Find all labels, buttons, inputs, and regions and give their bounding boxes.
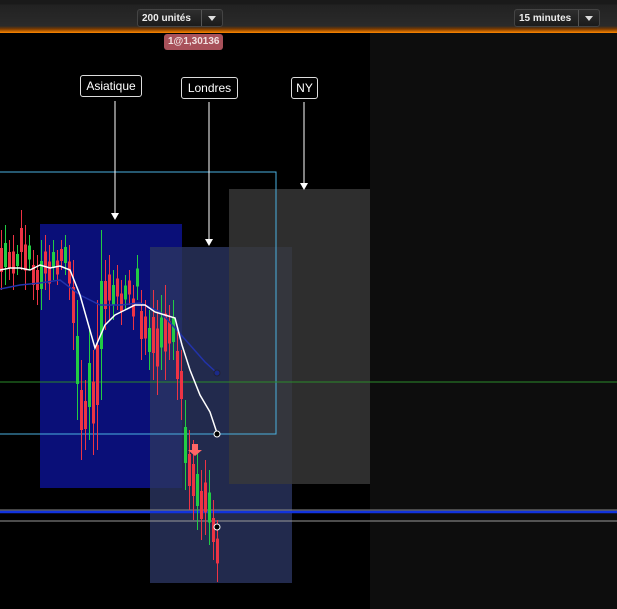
chevron-down-icon[interactable] — [201, 10, 222, 26]
asian-session-label[interactable]: Asiatique — [80, 75, 142, 97]
ny-pointer-head — [300, 183, 308, 190]
candle-body — [124, 285, 127, 300]
london-pointer-head — [205, 239, 213, 246]
candle-body — [28, 245, 31, 260]
candle-body — [136, 268, 139, 287]
quantity-select-value: 200 unités — [142, 13, 191, 24]
candle-body — [196, 474, 199, 506]
candle-body — [172, 318, 175, 342]
ma-slow-handle[interactable] — [213, 369, 221, 377]
candle-body — [152, 317, 155, 353]
candle-body — [64, 247, 67, 263]
candle-body — [4, 243, 7, 267]
candle-body — [180, 371, 183, 399]
candle-body — [96, 345, 99, 405]
candle-body — [60, 249, 63, 261]
candle-body — [212, 518, 215, 542]
candle-body — [200, 491, 203, 519]
candle-body — [0, 248, 3, 272]
candle-body — [76, 336, 79, 384]
candle-body — [48, 261, 51, 284]
candle-body — [184, 427, 187, 463]
candle-body — [72, 287, 75, 323]
candle-body — [216, 538, 219, 564]
candle-body — [100, 281, 103, 349]
candle-body — [148, 328, 151, 352]
candle-body — [168, 321, 171, 344]
candle-body — [52, 252, 55, 268]
timeframe-select-value: 15 minutes — [519, 13, 572, 24]
candle-body — [160, 317, 163, 348]
ny-session-label[interactable]: NY — [291, 77, 318, 99]
candle-body — [84, 401, 87, 429]
london-session-label[interactable]: Londres — [181, 77, 238, 99]
candle-body — [80, 390, 83, 430]
chevron-down-icon[interactable] — [578, 10, 599, 26]
candle-body — [36, 270, 39, 290]
candle-body — [208, 492, 211, 523]
candle-body — [92, 381, 95, 424]
ma-fast-handle[interactable] — [213, 430, 221, 438]
candle-body — [8, 252, 11, 268]
candle-body — [144, 316, 147, 339]
candle-body — [156, 328, 159, 367]
asian-pointer-head — [111, 213, 119, 220]
candle-body — [188, 454, 191, 486]
order-handle[interactable] — [213, 523, 221, 531]
candle-body — [56, 260, 59, 275]
candle-body — [44, 251, 47, 274]
chart-toolbar: 200 unités 15 minutes — [0, 0, 617, 33]
candle-body — [204, 482, 207, 513]
candle-body — [120, 293, 123, 312]
candle-body — [192, 464, 195, 496]
quantity-select[interactable]: 200 unités — [137, 9, 223, 27]
future-area — [370, 33, 617, 609]
candle-body — [112, 285, 115, 305]
candle-body — [116, 278, 119, 297]
timeframe-select[interactable]: 15 minutes — [514, 9, 600, 27]
candle-body — [16, 254, 19, 266]
candle-body — [176, 351, 179, 379]
candle-body — [140, 311, 143, 339]
candle-body — [128, 280, 131, 295]
ny-session-zone — [229, 189, 370, 484]
candle-body — [12, 251, 15, 274]
price-chart[interactable] — [0, 33, 617, 609]
candle-body — [108, 274, 111, 301]
candle-body — [24, 244, 27, 271]
candle-body — [88, 363, 91, 407]
candle-body — [20, 228, 23, 252]
candle-body — [132, 298, 135, 317]
